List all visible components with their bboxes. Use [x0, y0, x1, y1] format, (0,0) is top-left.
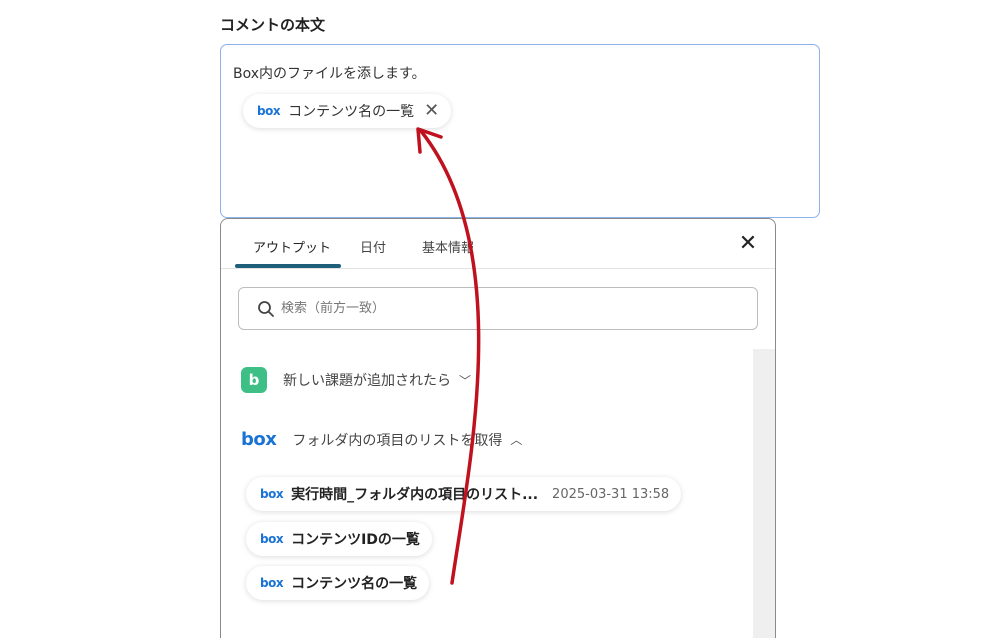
search-icon: [258, 300, 274, 317]
output-item-content-ids[interactable]: box コンテンツIDの一覧: [246, 522, 432, 556]
tab-bar: アウトプット 日付 基本情報 ✕: [221, 219, 775, 269]
output-label: コンテンツ名の一覧: [291, 576, 418, 592]
output-item-content-names[interactable]: box コンテンツ名の一覧: [246, 566, 430, 600]
output-picker-popup: アウトプット 日付 基本情報 ✕ b 新しい課題が追加されたら ﹀ box フォ…: [220, 218, 776, 638]
group-box-list-items[interactable]: box フォルダ内の項目のリストを取得 ︿: [241, 429, 522, 450]
output-value: 2025-03-31 13:58: [552, 486, 670, 502]
search-field[interactable]: [238, 287, 758, 330]
box-app-icon: box: [241, 429, 277, 450]
tab-basic-info[interactable]: 基本情報: [422, 237, 474, 256]
inserted-variable-label: コンテンツ名の一覧: [288, 104, 415, 120]
box-logo-icon: box: [260, 532, 284, 546]
backlog-app-icon: b: [241, 367, 267, 393]
group-label: フォルダ内の項目のリストを取得: [292, 432, 503, 449]
box-logo-icon: box: [257, 104, 281, 118]
field-label: コメントの本文: [220, 16, 326, 34]
group-backlog-new-issue[interactable]: b 新しい課題が追加されたら ﹀: [241, 367, 471, 393]
box-logo-icon: box: [260, 576, 284, 590]
comment-text: Box内のファイルを添します。: [233, 66, 426, 82]
output-item-exec-time[interactable]: box 実行時間_フォルダ内の項目のリスト... 2025-03-31 13:5…: [246, 477, 682, 511]
close-icon[interactable]: ✕: [737, 233, 759, 255]
output-label: コンテンツIDの一覧: [291, 532, 420, 548]
active-tab-indicator: [235, 264, 341, 268]
comment-textarea[interactable]: Box内のファイルを添します。 box コンテンツ名の一覧 ✕: [220, 44, 820, 218]
chevron-up-icon: ︿: [510, 433, 523, 447]
remove-chip-icon[interactable]: ✕: [424, 102, 439, 120]
scrollbar[interactable]: [753, 349, 775, 638]
inserted-variable-chip[interactable]: box コンテンツ名の一覧 ✕: [243, 94, 452, 128]
tab-output[interactable]: アウトプット: [253, 237, 331, 256]
group-label: 新しい課題が追加されたら: [283, 373, 451, 389]
output-label: 実行時間_フォルダ内の項目のリスト...: [291, 487, 539, 503]
tab-date[interactable]: 日付: [360, 237, 386, 256]
stage: コメントの本文 Box内のファイルを添します。 box コンテンツ名の一覧 ✕ …: [0, 0, 1000, 638]
search-input[interactable]: [281, 301, 721, 316]
chevron-down-icon: ﹀: [459, 373, 472, 388]
box-logo-icon: box: [260, 487, 284, 501]
